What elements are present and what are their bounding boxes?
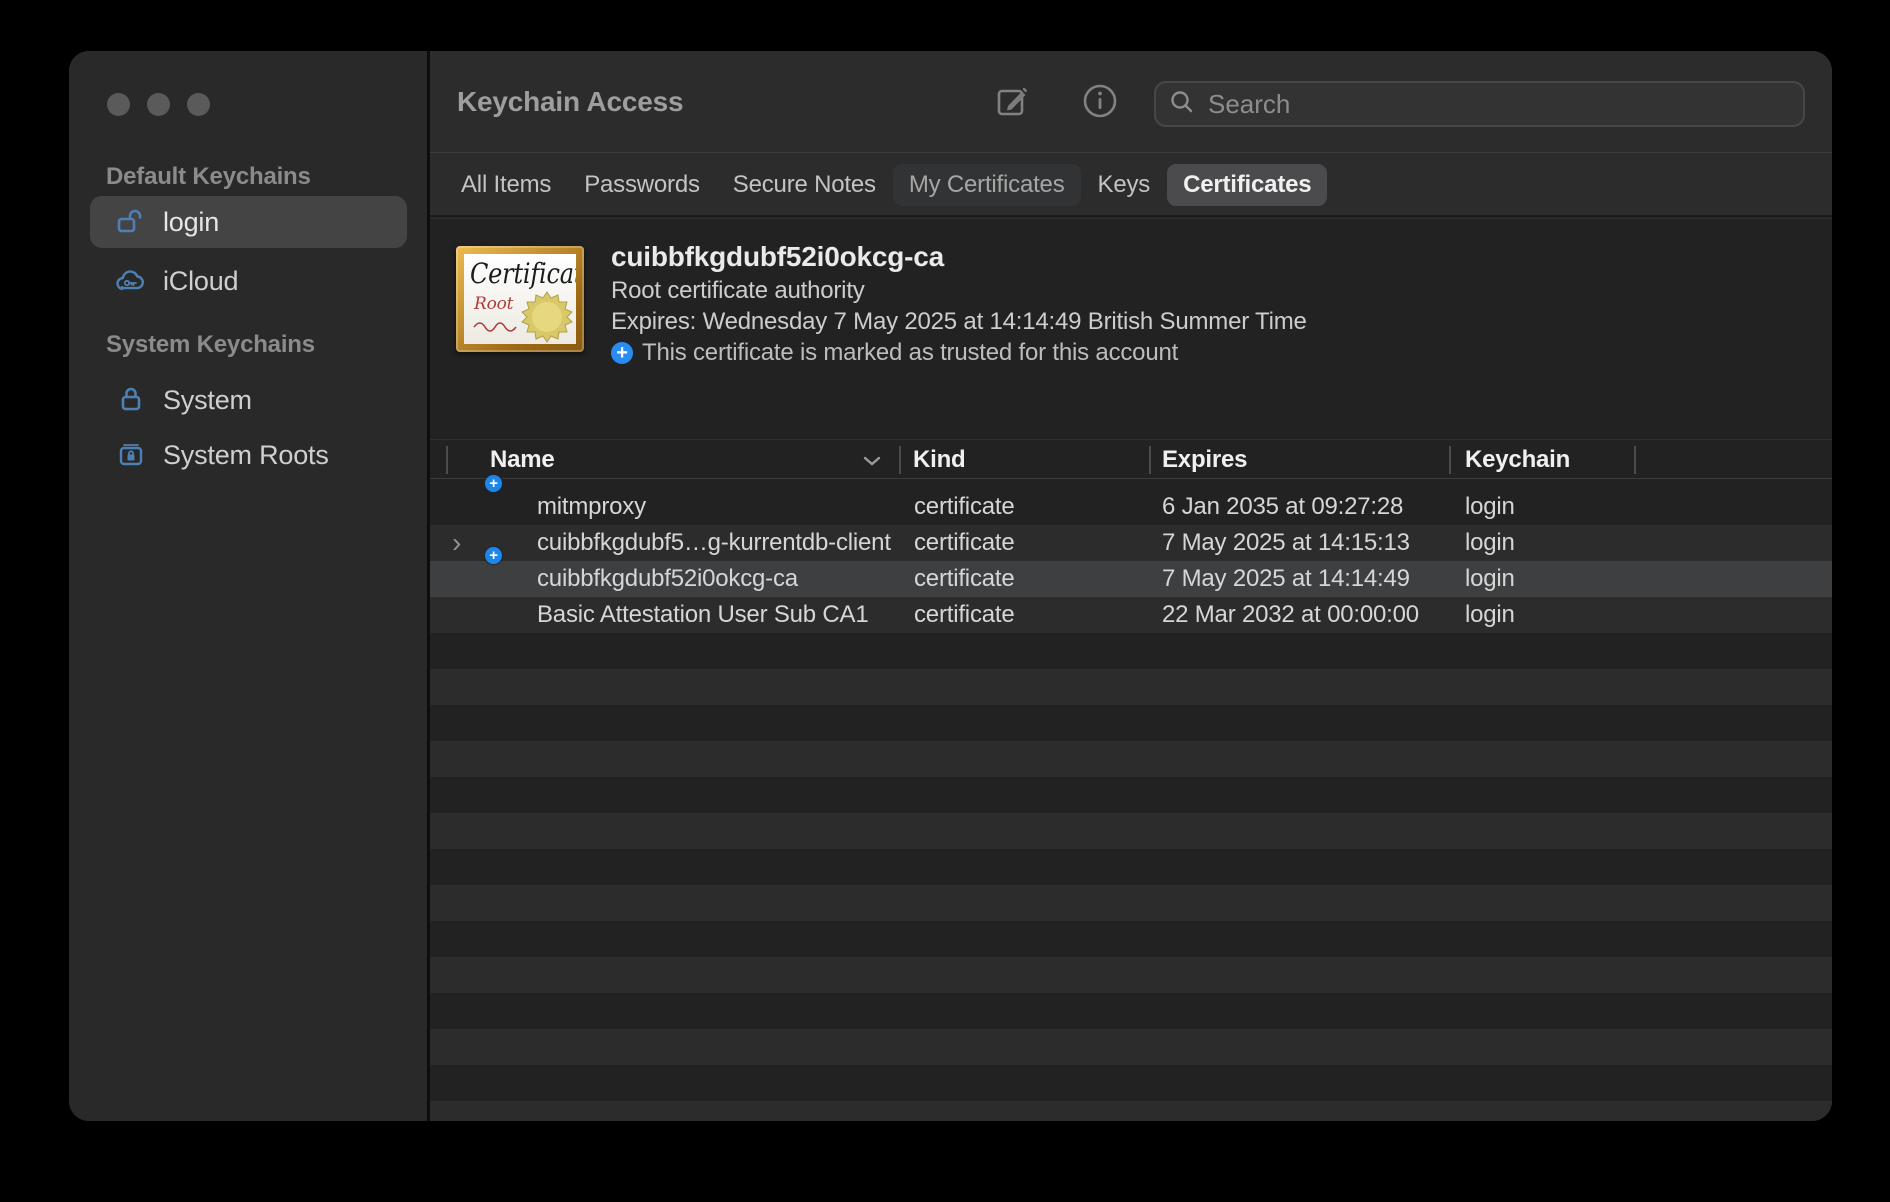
minimize-button[interactable]: [147, 93, 170, 116]
certificate-icon-root-caption: Root: [474, 294, 513, 314]
column-header-expires[interactable]: Expires: [1162, 440, 1247, 480]
search-field: [1154, 81, 1805, 127]
row-expires: 22 Mar 2032 at 00:00:00: [1162, 597, 1419, 633]
row-expires: 7 May 2025 at 14:14:49: [1162, 561, 1410, 597]
tab-keys[interactable]: Keys: [1098, 171, 1151, 199]
row-kind: certificate: [914, 597, 1015, 633]
sidebar-item-label: iCloud: [163, 266, 238, 297]
row-kind: certificate: [914, 525, 1015, 561]
certificate-subtitle: Root certificate authority: [611, 275, 1307, 306]
column-header-keychain[interactable]: Keychain: [1465, 440, 1570, 480]
trusted-plus-icon: +: [611, 342, 633, 364]
added-badge-icon: +: [485, 475, 502, 492]
search-icon: [1168, 88, 1196, 121]
row-keychain: login: [1465, 597, 1515, 633]
sidebar-item-label: System: [163, 385, 252, 416]
added-badge-icon: +: [485, 547, 502, 564]
table-row[interactable]: › cuibbfkgdubf5…g-kurrentdb-client certi…: [430, 525, 1832, 561]
certificate-icon-caption: Certificate: [470, 258, 576, 290]
tab-my-certificates[interactable]: My Certificates: [893, 164, 1081, 206]
tab-certificates[interactable]: Certificates: [1167, 164, 1327, 206]
table-header: Name Kind Expires Keychain: [430, 439, 1832, 479]
tab-all-items[interactable]: All Items: [461, 171, 551, 199]
column-divider[interactable]: [899, 446, 901, 474]
window-controls: [107, 93, 210, 116]
info-icon: [1080, 81, 1120, 124]
column-divider[interactable]: [1449, 446, 1451, 474]
row-expires: 6 Jan 2035 at 09:27:28: [1162, 489, 1403, 525]
row-keychain: login: [1465, 525, 1515, 561]
column-divider[interactable]: [1149, 446, 1151, 474]
row-kind: certificate: [914, 561, 1015, 597]
certificate-detail: cuibbfkgdubf52i0okcg-ca Root certificate…: [611, 239, 1307, 369]
main-pane: Keychain Access: [430, 51, 1832, 1121]
trust-note: This certificate is marked as trusted fo…: [642, 337, 1178, 369]
column-header-name[interactable]: Name: [490, 440, 555, 480]
flourish-ornament: [472, 320, 518, 334]
sort-chevron-down-icon: [862, 455, 882, 467]
sidebar-item-label: login: [163, 207, 219, 238]
row-name: mitmproxy: [537, 489, 646, 525]
desktop-background: Default Keychains login: [0, 0, 1890, 1202]
sidebar-item-icloud[interactable]: iCloud: [90, 255, 407, 307]
close-button[interactable]: [107, 93, 130, 116]
content-area: Certificate Root cuibbfkgdubf52i0okcg-ca: [430, 219, 1832, 1121]
certificate-name: cuibbfkgdubf52i0okcg-ca: [611, 239, 1307, 275]
window-title: Keychain Access: [457, 51, 683, 153]
row-kind: certificate: [914, 489, 1015, 525]
system-roots-archive-lock-icon: [114, 440, 148, 470]
row-name: Basic Attestation User Sub CA1: [537, 597, 869, 633]
row-keychain: login: [1465, 489, 1515, 525]
column-header-kind[interactable]: Kind: [913, 440, 966, 480]
sidebar: Default Keychains login: [69, 51, 427, 1121]
tab-passwords[interactable]: Passwords: [584, 171, 700, 199]
keychain-access-window: Default Keychains login: [69, 51, 1832, 1121]
column-divider[interactable]: [446, 446, 448, 474]
sidebar-item-system-roots[interactable]: System Roots: [90, 429, 407, 481]
new-item-button[interactable]: [991, 51, 1033, 153]
column-divider[interactable]: [1634, 446, 1636, 474]
tab-secure-notes[interactable]: Secure Notes: [733, 171, 876, 199]
category-tabs: All Items Passwords Secure Notes My Cert…: [430, 154, 1832, 217]
sidebar-item-system[interactable]: System: [90, 374, 407, 426]
root-certificate-large-icon: Certificate Root: [456, 246, 584, 352]
gold-seal: [520, 290, 574, 344]
unlocked-padlock-icon: [114, 207, 148, 237]
row-expires: 7 May 2025 at 14:15:13: [1162, 525, 1410, 561]
row-keychain: login: [1465, 561, 1515, 597]
table-row-selected[interactable]: + cuibbfkgdubf52i0okcg-ca certificate 7 …: [430, 561, 1832, 597]
locked-padlock-icon: [114, 385, 148, 415]
row-name: cuibbfkgdubf52i0okcg-ca: [537, 561, 798, 597]
certificate-expiry: Expires: Wednesday 7 May 2025 at 14:14:4…: [611, 306, 1307, 337]
row-name: cuibbfkgdubf5…g-kurrentdb-client: [537, 525, 891, 561]
sidebar-item-login[interactable]: login: [90, 196, 407, 248]
search-input[interactable]: [1208, 89, 1791, 120]
table-row[interactable]: Basic Attestation User Sub CA1 certifica…: [430, 597, 1832, 633]
toolbar: Keychain Access: [430, 51, 1832, 153]
sidebar-section-default-keychains: Default Keychains: [106, 163, 311, 191]
compose-icon: [991, 80, 1033, 125]
table-row[interactable]: + mitmproxy certificate 6 Jan 2035 at 09…: [430, 489, 1832, 525]
info-button[interactable]: [1080, 51, 1120, 153]
icloud-keychain-icon: [114, 266, 148, 296]
zoom-button[interactable]: [187, 93, 210, 116]
sidebar-item-label: System Roots: [163, 440, 329, 471]
sidebar-section-system-keychains: System Keychains: [106, 331, 315, 359]
disclosure-chevron-icon[interactable]: ›: [452, 525, 461, 561]
